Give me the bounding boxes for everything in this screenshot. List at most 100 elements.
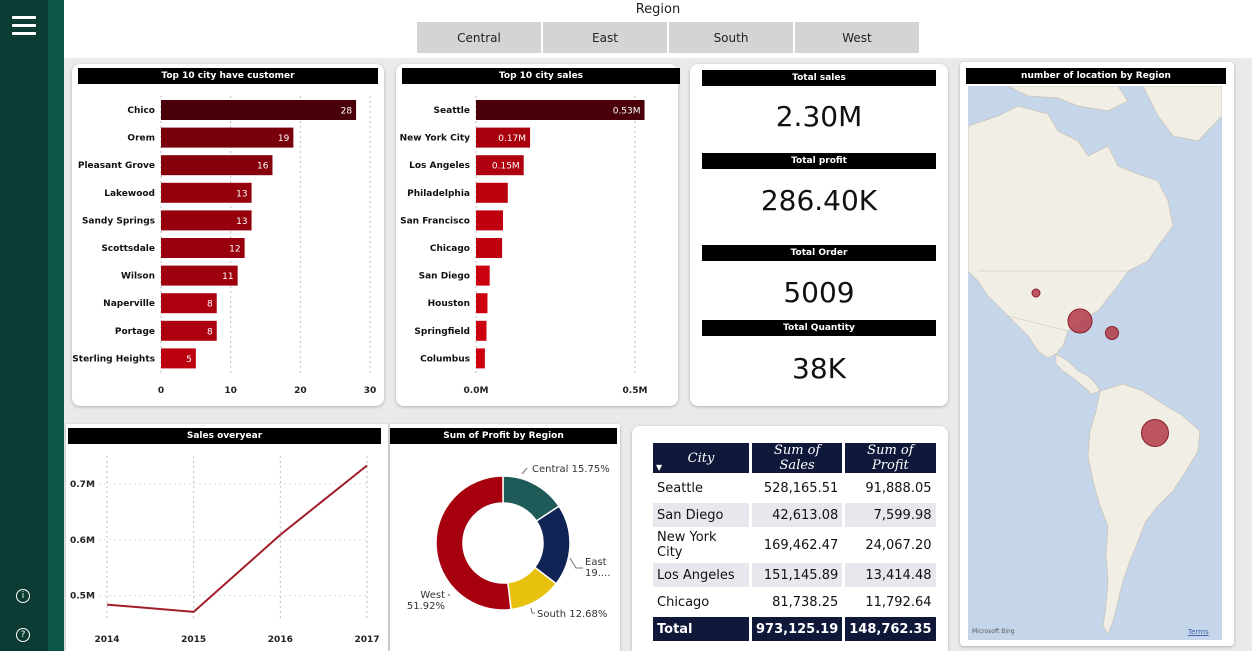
cell-city: San Diego <box>653 503 749 527</box>
total-profit-value: 286.40K <box>760 184 878 217</box>
leader-line <box>521 467 528 475</box>
category-label: Philadelphia <box>407 189 470 199</box>
table-row[interactable]: San Diego 42,613.08 7,599.98 <box>653 503 936 527</box>
data-label: 13 <box>236 217 247 227</box>
data-label: 28 <box>341 107 353 117</box>
region-slicer: Central East South West <box>417 22 921 53</box>
map-bubble-caribbean <box>1105 326 1119 340</box>
x-tick-label: 10 <box>224 386 237 396</box>
column-header-city-label: City <box>687 450 715 466</box>
data-label: 8 <box>207 327 213 337</box>
slice-label: West <box>420 590 445 601</box>
category-label: Seattle <box>434 106 470 116</box>
slice-label: South 12.68% <box>537 609 607 620</box>
x-tick-label: 0.5M <box>623 386 648 396</box>
sort-desc-icon[interactable]: ▼ <box>656 463 662 472</box>
leader-line <box>447 593 451 597</box>
x-tick-label: 0 <box>158 386 164 396</box>
cell-profit: 24,067.20 <box>865 537 932 553</box>
category-label: Springfield <box>414 327 470 337</box>
info-icon[interactable]: i <box>16 589 30 603</box>
table-total-row: Total 973,125.19 148,762.35 <box>653 617 936 641</box>
slicer-option-east[interactable]: East <box>543 22 667 53</box>
x-tick-label: 2015 <box>181 635 206 645</box>
map-bubble-south <box>1141 419 1169 447</box>
sales-bar-chart: 0.0M 0.5M Seattle 0.53M New York City 0.17M Lo… <box>400 96 648 396</box>
map-bubble-west <box>1031 288 1041 298</box>
hamburger-menu-icon[interactable] <box>12 16 36 36</box>
total-order-value: 5009 <box>783 276 855 309</box>
map-title: number of location by Region <box>966 68 1226 84</box>
help-icon[interactable]: ? <box>16 628 30 642</box>
cell-profit: 13,414.48 <box>845 563 936 587</box>
column-header-profit[interactable]: Sum of Profit <box>845 443 936 473</box>
total-label: Total <box>653 617 749 641</box>
data-label: 11 <box>222 272 233 282</box>
category-label: Wilson <box>121 272 155 282</box>
y-tick-label: 0.6M <box>70 536 95 546</box>
slice-label: 19.... <box>585 568 610 579</box>
slicer-title: Region <box>635 2 681 17</box>
total-profit-label: Total profit <box>702 153 936 169</box>
sales-chart-title: Top 10 city sales <box>402 68 680 84</box>
category-label: Houston <box>428 299 470 309</box>
bar <box>476 265 490 286</box>
city-sales-table[interactable]: City ▼ Sum of Sales Sum of Profit Seattl… <box>650 440 939 644</box>
cell-city: Chicago <box>657 594 710 610</box>
category-label: Lakewood <box>104 189 155 199</box>
table-row[interactable]: Seattle 528,165.51 91,888.05 <box>653 476 936 500</box>
x-tick-label: 2017 <box>354 635 379 645</box>
category-label: Los Angeles <box>409 161 470 171</box>
total-sales-label: Total sales <box>702 70 936 86</box>
profit-donut-chart: Central 15.75% East19.... South 12.68% West… <box>407 464 611 620</box>
slicer-option-west[interactable]: West <box>795 22 919 53</box>
cell-sales: 528,165.51 <box>763 480 839 496</box>
data-label: 8 <box>207 300 213 310</box>
category-label: Orem <box>127 134 155 144</box>
cell-profit: 7,599.98 <box>845 503 936 527</box>
table-row[interactable]: Los Angeles 151,145.89 13,414.48 <box>653 563 936 587</box>
total-quantity-label: Total Quantity <box>702 320 936 336</box>
cell-sales: 169,462.47 <box>763 537 839 553</box>
line-chart-title: Sales overyear <box>68 428 381 444</box>
map-terms-link[interactable]: Terms <box>1188 628 1209 636</box>
x-tick-label: 20 <box>294 386 307 396</box>
bar <box>161 127 294 148</box>
y-tick-label: 0.7M <box>70 480 95 490</box>
category-label: Pleasant Grove <box>78 161 155 171</box>
map-attribution: Microsoft Bing <box>972 628 1015 635</box>
category-label: Columbus <box>420 354 470 364</box>
bar <box>161 155 273 176</box>
column-header-sales[interactable]: Sum of Sales <box>752 443 843 473</box>
column-header-city[interactable]: City ▼ <box>653 443 749 473</box>
donut-chart-title: Sum of Profit by Region <box>390 428 617 444</box>
table-row[interactable]: New York City 169,462.47 24,067.20 <box>653 530 936 560</box>
category-label: Sterling Heights <box>72 354 155 364</box>
leader-line <box>569 557 583 569</box>
x-tick-label: 2014 <box>94 635 119 645</box>
data-label: 5 <box>186 355 192 365</box>
cell-profit: 91,888.05 <box>865 480 932 496</box>
table-row[interactable]: Chicago 81,738.25 11,792.64 <box>653 590 936 614</box>
slicer-option-central[interactable]: Central <box>417 22 541 53</box>
cell-profit: 11,792.64 <box>865 594 932 610</box>
map-visual[interactable] <box>968 86 1222 640</box>
category-label: New York City <box>400 134 471 144</box>
cell-sales: 151,145.89 <box>752 563 843 587</box>
map-bubble-central <box>1067 308 1093 334</box>
cell-city: New York City <box>657 530 717 560</box>
total-order-label: Total Order <box>702 245 936 261</box>
leader-line <box>530 607 535 614</box>
bar <box>476 238 503 258</box>
category-label: Portage <box>115 327 155 337</box>
data-label: 16 <box>257 162 269 172</box>
slicer-option-south[interactable]: South <box>669 22 793 53</box>
data-label: 12 <box>229 245 240 255</box>
data-label: 0.53M <box>613 107 641 117</box>
total-sales: 973,125.19 <box>752 617 843 641</box>
cell-city: Los Angeles <box>653 563 749 587</box>
data-label: 0.17M <box>498 134 526 144</box>
x-tick-label: 30 <box>364 386 377 396</box>
customers-chart-title: Top 10 city have customer <box>78 68 378 84</box>
sales-line <box>106 464 368 613</box>
